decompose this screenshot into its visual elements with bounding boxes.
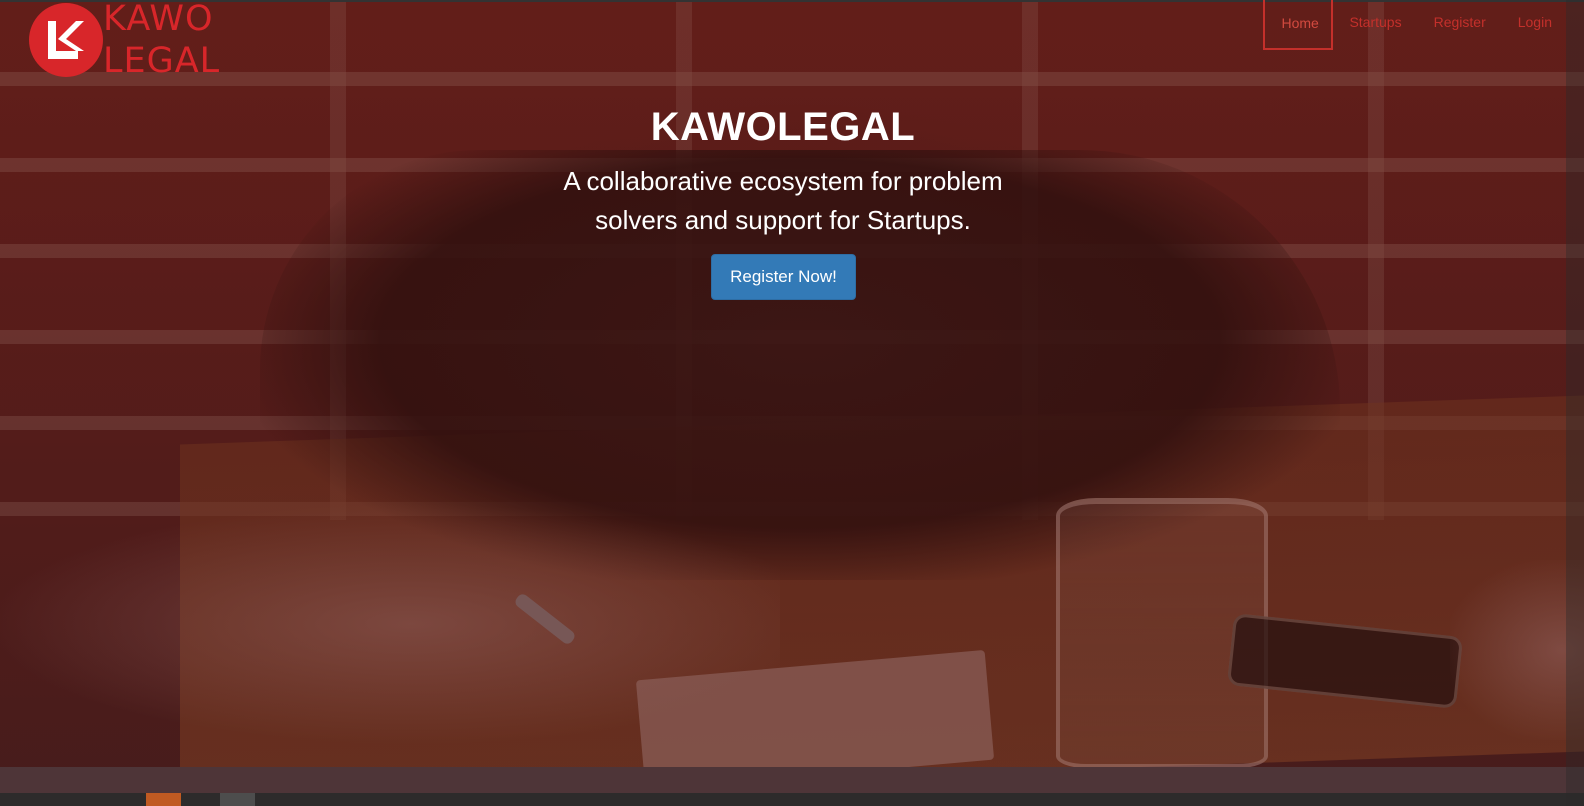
site-logo[interactable]: KAWO LEGAL — [29, 0, 229, 81]
nav-login[interactable]: Login — [1502, 0, 1568, 50]
logo-circle — [29, 3, 103, 77]
page-scrollbar[interactable] — [1566, 0, 1584, 806]
main-nav: Home Startups Register Login — [1263, 0, 1568, 50]
nav-startups[interactable]: Startups — [1333, 0, 1417, 50]
hero-tagline: A collaborative ecosystem for problem so… — [563, 166, 1003, 235]
section-divider — [0, 767, 1584, 793]
register-now-button[interactable]: Register Now! — [711, 254, 856, 300]
nav-home[interactable]: Home — [1263, 0, 1334, 50]
hero-title: KAWOLEGAL — [650, 105, 916, 149]
bottom-bar-segment — [220, 793, 255, 806]
hero-background-hand — [0, 480, 780, 776]
logo-word-bottom: LEGAL — [103, 41, 221, 81]
hero-background-hand-right — [1450, 560, 1584, 740]
logo-word-top: KAWO — [103, 0, 214, 39]
nav-register[interactable]: Register — [1418, 0, 1502, 50]
bottom-bar-accent — [146, 793, 181, 806]
logo-mark-icon — [48, 21, 84, 59]
